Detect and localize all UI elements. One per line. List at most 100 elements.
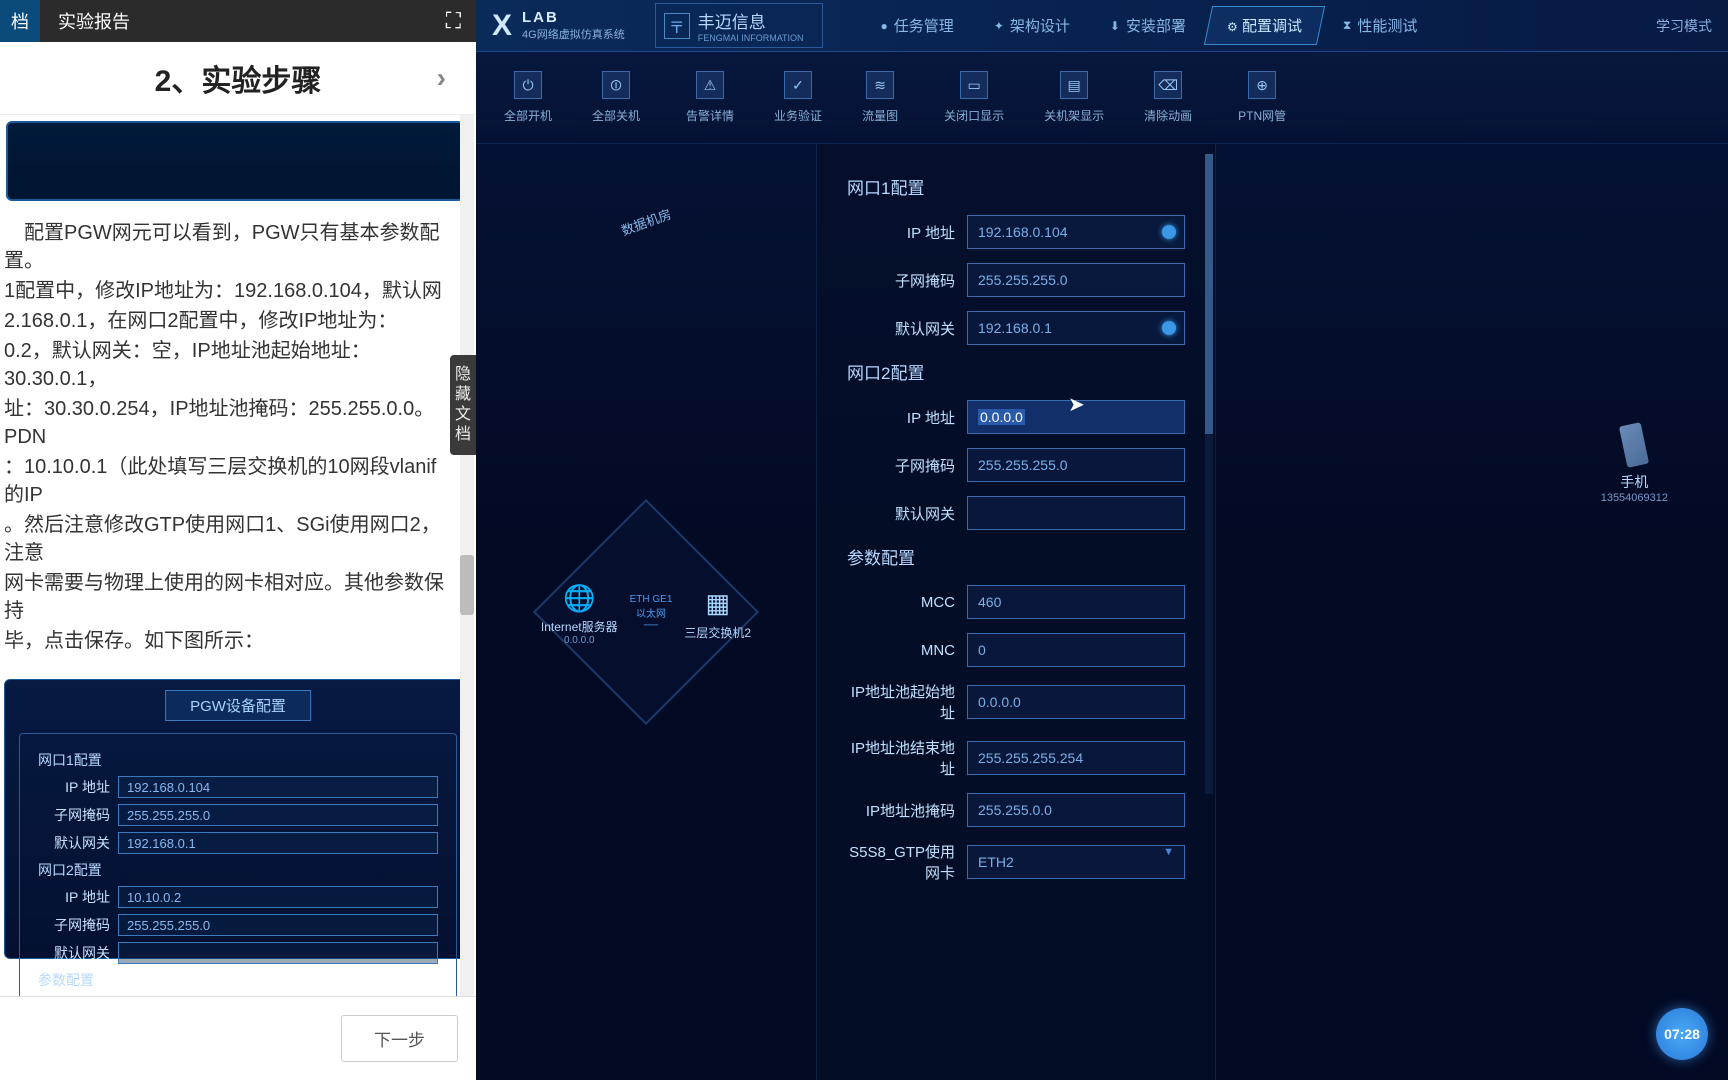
- mode-label[interactable]: 学习模式: [1656, 16, 1712, 36]
- doc-line: 网卡需要与物理上使用的网卡相对应。其他参数保持: [4, 569, 456, 625]
- nav-arch-design[interactable]: ✦架构设计: [976, 6, 1088, 45]
- img-value: 192.168.0.1: [118, 832, 438, 854]
- company-badge: 〒 丰迈信息 FENGMAI INFORMATION: [655, 3, 823, 48]
- input-mcc[interactable]: 460: [967, 585, 1185, 619]
- config-image-title: PGW设备配置: [165, 690, 311, 721]
- nav-install-deploy[interactable]: ⬇安装部署: [1092, 6, 1204, 45]
- logo-x-icon: X: [492, 9, 512, 43]
- nav-task-mgmt[interactable]: ●任务管理: [863, 6, 972, 45]
- chevron-right-icon[interactable]: ›: [437, 62, 446, 94]
- form-label-mask: 子网掩码: [847, 270, 967, 291]
- input-pool-end[interactable]: 255.255.255.254: [967, 741, 1185, 775]
- input-port1-gw[interactable]: 192.168.0.1: [967, 311, 1185, 345]
- right-area: 手机 13554069312: [1216, 144, 1728, 1080]
- time-badge[interactable]: 07:28: [1656, 1008, 1708, 1060]
- img-label: 子网掩码: [38, 805, 110, 825]
- power-icon: ⏻: [514, 71, 542, 99]
- form-label-pool-end: IP地址池结束地址: [847, 737, 967, 779]
- config-scrollbar[interactable]: [1205, 154, 1213, 794]
- next-step-button[interactable]: 下一步: [341, 1015, 458, 1062]
- simulator-panel: X LAB 4G网络虚拟仿真系统 〒 丰迈信息 FENGMAI INFORMAT…: [476, 0, 1728, 1080]
- doc-body-text: 配置PGW网元可以看到，PGW只有基本参数配置。 1配置中，修改IP地址为：19…: [0, 215, 476, 661]
- dot-icon: ●: [881, 19, 888, 33]
- input-pool-mask[interactable]: 255.255.0.0: [967, 793, 1185, 827]
- input-port1-mask[interactable]: 255.255.255.0: [967, 263, 1185, 297]
- logo-lab: LAB: [522, 9, 625, 26]
- doc-section-title: 2、实验步骤 ›: [0, 42, 476, 115]
- phone-device[interactable]: 手机 13554069312: [1601, 424, 1668, 504]
- doc-tab-file[interactable]: 档: [0, 0, 40, 42]
- sim-nav: ●任务管理 ✦架构设计 ⬇安装部署 ⚙ 配置调试 ⧗性能测试: [863, 6, 1436, 45]
- eraser-icon: ⌫: [1154, 71, 1182, 99]
- config-scrollbar-thumb[interactable]: [1205, 154, 1213, 434]
- img-value: 192.168.0.104: [118, 776, 438, 798]
- topology-title: 数据机房: [618, 204, 673, 240]
- img-section-1: 网口1配置: [38, 750, 438, 770]
- toolbar-service-verify[interactable]: ✓业务验证: [766, 67, 830, 128]
- toolbar-close-port-display[interactable]: ▭关闭口显示: [936, 67, 1012, 128]
- toolbar-clear-anim[interactable]: ⌫清除动画: [1136, 67, 1200, 128]
- section-title-text: 2、实验步骤: [155, 56, 322, 100]
- img-value: [118, 942, 438, 964]
- toolbar-close-rack-display[interactable]: ▤关机架显示: [1036, 67, 1112, 128]
- sim-header: X LAB 4G网络虚拟仿真系统 〒 丰迈信息 FENGMAI INFORMAT…: [476, 0, 1728, 52]
- form-label-gw: 默认网关: [847, 503, 967, 524]
- img-value: 255.255.255.0: [118, 804, 438, 826]
- doc-footer: 下一步: [0, 996, 476, 1080]
- input-mnc[interactable]: 0: [967, 633, 1185, 667]
- node-sub: 0.0.0.0: [564, 635, 595, 646]
- doc-scrollbar[interactable]: [460, 115, 474, 996]
- form-label-s5s8: S5S8_GTP使用网卡: [847, 841, 967, 883]
- input-port1-ip[interactable]: 192.168.0.104: [967, 215, 1185, 249]
- topo-node-internet-server[interactable]: 🌐 Internet服务器 0.0.0.0: [541, 578, 618, 646]
- nav-perf-test[interactable]: ⧗性能测试: [1325, 6, 1435, 45]
- topology-area[interactable]: 数据机房 🌐 Internet服务器 0.0.0.0 ETH GE1 以太网 ─…: [476, 144, 816, 1080]
- input-port2-ip[interactable]: 0.0.0.0: [967, 400, 1185, 434]
- link-line: ──: [644, 620, 658, 631]
- input-pool-start[interactable]: 0.0.0.0: [967, 685, 1185, 719]
- doc-tab-report[interactable]: 实验报告: [40, 8, 148, 34]
- topo-node-switch[interactable]: ▦ 三层交换机2: [684, 584, 751, 641]
- switch-icon: ▦: [698, 584, 738, 624]
- toolbar-flow-chart[interactable]: ≋流量图: [854, 67, 906, 128]
- sim-main: 数据机房 🌐 Internet服务器 0.0.0.0 ETH GE1 以太网 ─…: [476, 144, 1728, 1080]
- doc-line: ：10.10.0.1（此处填写三层交换机的10网段vlanif的IP: [4, 453, 456, 509]
- node-label: 三层交换机2: [684, 624, 751, 641]
- config-panel: ✕ 网口1配置 IP 地址192.168.0.104 子网掩码255.255.2…: [816, 144, 1216, 1080]
- topology-content: 🌐 Internet服务器 0.0.0.0 ETH GE1 以太网 ── ▦ 三…: [541, 578, 751, 646]
- topo-link: ETH GE1 以太网 ──: [630, 594, 673, 631]
- node-label: Internet服务器: [541, 618, 618, 635]
- company-sub: FENGMAI INFORMATION: [698, 33, 804, 43]
- logo-subtitle: 4G网络虚拟仿真系统: [522, 26, 625, 42]
- toolbar-alarm-detail[interactable]: ⚠告警详情: [678, 67, 742, 128]
- form-label-pool-mask: IP地址池掩码: [847, 800, 967, 821]
- wrench-icon: ⚙: [1227, 20, 1238, 34]
- sim-toolbar: ⏻全部开机 ⏼全部关机 ⚠告警详情 ✓业务验证 ≋流量图 ▭关闭口显示 ▤关机架…: [476, 52, 1728, 144]
- hide-doc-button[interactable]: 隐藏文档: [450, 355, 476, 455]
- input-port2-mask[interactable]: 255.255.255.0: [967, 448, 1185, 482]
- server-icon: 🌐: [559, 578, 599, 618]
- toolbar-poweron-all[interactable]: ⏻全部开机: [496, 67, 560, 128]
- doc-scrollbar-thumb[interactable]: [460, 555, 474, 615]
- select-s5s8-nic[interactable]: ETH2: [967, 845, 1185, 879]
- img-label: 默认网关: [38, 943, 110, 963]
- img-label: IP 地址: [38, 777, 110, 797]
- toolbar-poweroff-all[interactable]: ⏼全部关机: [584, 67, 648, 128]
- img-label: IP 地址: [38, 887, 110, 907]
- doc-embedded-config-image: PGW设备配置 网口1配置 IP 地址 192.168.0.104 子网掩码 255…: [4, 679, 472, 959]
- phone-icon: [1619, 422, 1649, 468]
- phone-number: 13554069312: [1601, 492, 1668, 504]
- form-label-pool-start: IP地址池起始地址: [847, 681, 967, 723]
- document-panel: 档 实验报告 ⛶ 2、实验步骤 › 配置PGW网元可以看到，PGW只有基本参数配…: [0, 0, 476, 1080]
- input-port2-gw[interactable]: [967, 496, 1185, 530]
- globe-icon: ⊕: [1248, 71, 1276, 99]
- gear-icon: ✦: [994, 19, 1004, 33]
- form-label-ip: IP 地址: [847, 222, 967, 243]
- expand-icon[interactable]: ⛶: [446, 8, 461, 34]
- phone-label: 手机: [1620, 472, 1648, 492]
- toolbar-ptn-mgmt[interactable]: ⊕PTN网管: [1230, 67, 1294, 128]
- nav-config-debug[interactable]: ⚙ 配置调试: [1204, 6, 1325, 45]
- alarm-icon: ⚠: [696, 71, 724, 99]
- doc-line: 配置PGW网元可以看到，PGW只有基本参数配置。: [4, 219, 456, 275]
- form-label-gw: 默认网关: [847, 318, 967, 339]
